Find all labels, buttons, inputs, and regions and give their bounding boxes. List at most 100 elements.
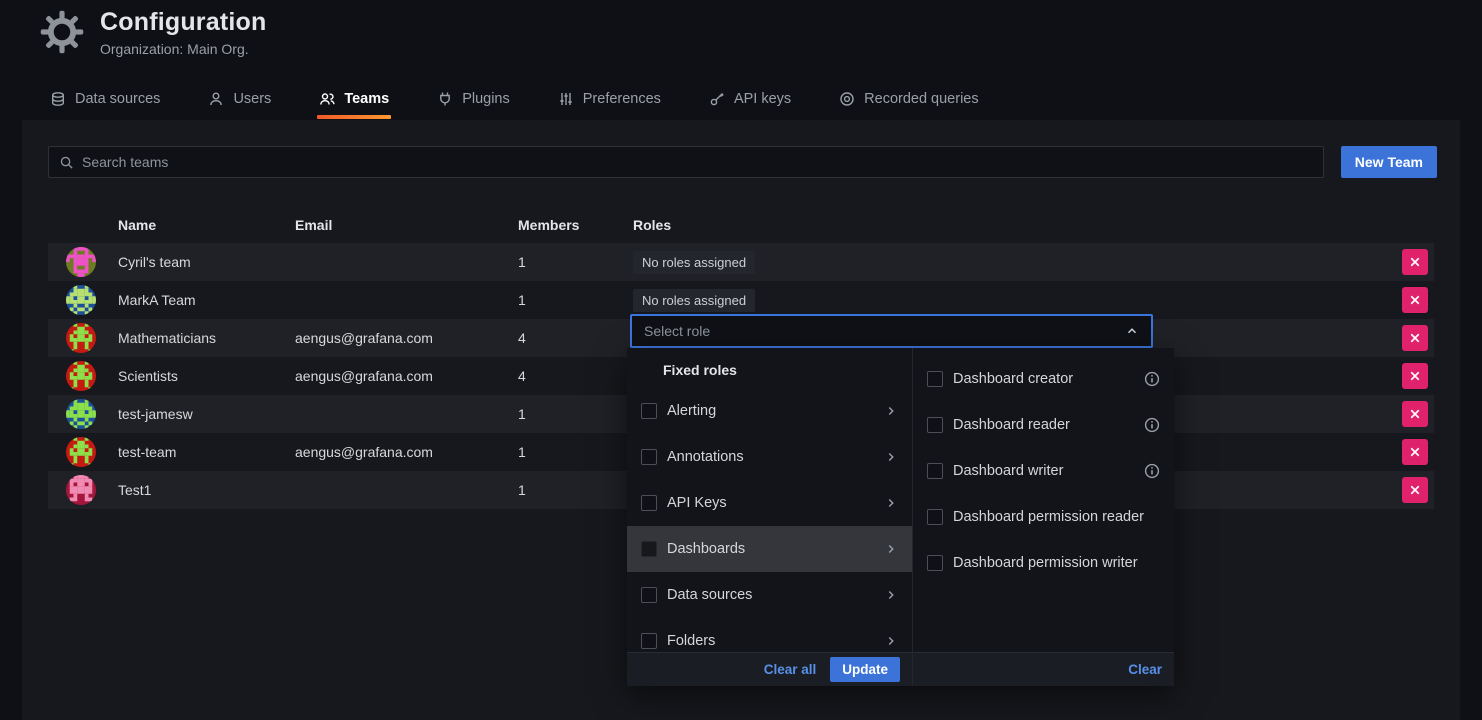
role-select-control[interactable]: Select role bbox=[630, 314, 1153, 348]
checkbox[interactable] bbox=[641, 495, 657, 511]
role-option-dashboard-reader[interactable]: Dashboard reader bbox=[913, 402, 1174, 448]
role-group-label: Alerting bbox=[667, 403, 716, 419]
delete-team-button[interactable] bbox=[1402, 363, 1428, 389]
tab-data-sources[interactable]: Data sources bbox=[48, 91, 162, 119]
team-name[interactable]: MarkA Team bbox=[118, 292, 295, 308]
role-submenu-footer: Clear bbox=[913, 652, 1174, 686]
role-option-dashboard-permission-writer[interactable]: Dashboard permission writer bbox=[913, 540, 1174, 586]
role-group-label: Dashboards bbox=[667, 541, 745, 557]
checkbox[interactable] bbox=[927, 371, 943, 387]
no-roles-badge: No roles assigned bbox=[633, 251, 755, 274]
role-option-dashboard-creator[interactable]: Dashboard creator bbox=[913, 356, 1174, 402]
new-team-button[interactable]: New Team bbox=[1341, 146, 1437, 178]
delete-team-button[interactable] bbox=[1402, 325, 1428, 351]
delete-team-button[interactable] bbox=[1402, 439, 1428, 465]
role-submenu-pane: Dashboard creator Dashboard reader Dashboa… bbox=[913, 348, 1174, 686]
tab-label: API keys bbox=[734, 91, 791, 107]
table-row[interactable]: Cyril's team 1No roles assigned bbox=[48, 243, 1434, 281]
clear-all-button[interactable]: Clear all bbox=[764, 662, 817, 677]
team-name[interactable]: Scientists bbox=[118, 368, 295, 384]
chevron-right-icon bbox=[884, 542, 898, 556]
team-name[interactable]: Cyril's team bbox=[118, 254, 295, 270]
tab-label: Preferences bbox=[583, 91, 661, 107]
checkbox[interactable] bbox=[641, 587, 657, 603]
table-header-row: Name Email Members Roles bbox=[48, 206, 1434, 243]
role-group-alerting[interactable]: Alerting bbox=[627, 388, 912, 434]
role-group-label: API Keys bbox=[667, 495, 727, 511]
tab-label: Plugins bbox=[462, 91, 510, 107]
close-icon bbox=[1409, 484, 1421, 496]
team-name[interactable]: test-team bbox=[118, 444, 295, 460]
checkbox[interactable] bbox=[927, 509, 943, 525]
delete-team-button[interactable] bbox=[1402, 249, 1428, 275]
clear-button[interactable]: Clear bbox=[1128, 662, 1162, 677]
role-picker-footer: Clear all Update bbox=[627, 652, 912, 686]
checkbox[interactable] bbox=[641, 541, 657, 557]
tab-recorded-queries[interactable]: Recorded queries bbox=[837, 91, 980, 119]
column-header-name: Name bbox=[118, 217, 295, 233]
team-members-count: 1 bbox=[518, 254, 633, 270]
tab-api-keys[interactable]: API keys bbox=[707, 91, 793, 119]
checkbox[interactable] bbox=[927, 463, 943, 479]
team-avatar bbox=[66, 323, 96, 353]
role-option-label: Dashboard writer bbox=[953, 463, 1063, 479]
key-icon bbox=[709, 91, 725, 107]
checkbox[interactable] bbox=[927, 417, 943, 433]
tab-preferences[interactable]: Preferences bbox=[556, 91, 663, 119]
fixed-roles-header: Fixed roles bbox=[627, 352, 912, 388]
info-icon[interactable] bbox=[1144, 371, 1160, 387]
team-name[interactable]: Test1 bbox=[118, 482, 295, 498]
role-option-label: Dashboard reader bbox=[953, 417, 1070, 433]
team-name[interactable]: test-jamesw bbox=[118, 406, 295, 422]
record-icon bbox=[839, 91, 855, 107]
delete-team-button[interactable] bbox=[1402, 287, 1428, 313]
role-group-data-sources[interactable]: Data sources bbox=[627, 572, 912, 618]
grafana-configuration-page: /* teeth added by JS */ Configuration Or… bbox=[0, 0, 1482, 720]
team-members-count: 4 bbox=[518, 330, 633, 346]
chevron-right-icon bbox=[884, 450, 898, 464]
team-avatar bbox=[66, 475, 96, 505]
tab-teams[interactable]: Teams bbox=[317, 91, 391, 119]
team-name[interactable]: Mathematicians bbox=[118, 330, 295, 346]
team-members-count: 1 bbox=[518, 482, 633, 498]
team-members-count: 4 bbox=[518, 368, 633, 384]
role-option-dashboard-permission-reader[interactable]: Dashboard permission reader bbox=[913, 494, 1174, 540]
role-option-dashboard-writer[interactable]: Dashboard writer bbox=[913, 448, 1174, 494]
search-teams-input[interactable] bbox=[82, 154, 1313, 170]
role-option-label: Dashboard permission reader bbox=[953, 509, 1144, 525]
chevron-right-icon bbox=[884, 588, 898, 602]
role-group-api-keys[interactable]: API Keys bbox=[627, 480, 912, 526]
chevron-right-icon bbox=[884, 404, 898, 418]
role-option-label: Dashboard creator bbox=[953, 371, 1073, 387]
checkbox[interactable] bbox=[641, 449, 657, 465]
checkbox[interactable] bbox=[641, 633, 657, 649]
tab-plugins[interactable]: Plugins bbox=[435, 91, 512, 119]
search-teams-box[interactable] bbox=[48, 146, 1324, 178]
page-header: /* teeth added by JS */ Configuration Or… bbox=[0, 0, 1482, 57]
role-group-label: Folders bbox=[667, 633, 715, 649]
teams-panel: New Team Name Email Members Roles Cyril'… bbox=[22, 120, 1460, 720]
role-group-folders[interactable]: Folders bbox=[627, 618, 912, 652]
close-icon bbox=[1409, 332, 1421, 344]
team-email: aengus@grafana.com bbox=[295, 330, 518, 346]
team-members-count: 1 bbox=[518, 444, 633, 460]
tab-label: Recorded queries bbox=[864, 91, 978, 107]
tab-label: Teams bbox=[344, 91, 389, 107]
search-icon bbox=[59, 155, 74, 170]
checkbox[interactable] bbox=[927, 555, 943, 571]
delete-team-button[interactable] bbox=[1402, 401, 1428, 427]
team-avatar bbox=[66, 361, 96, 391]
close-icon bbox=[1409, 408, 1421, 420]
teams-toolbar: New Team bbox=[22, 120, 1460, 178]
user-icon bbox=[208, 91, 224, 107]
info-icon[interactable] bbox=[1144, 463, 1160, 479]
checkbox[interactable] bbox=[641, 403, 657, 419]
info-icon[interactable] bbox=[1144, 417, 1160, 433]
close-icon bbox=[1409, 256, 1421, 268]
tab-users[interactable]: Users bbox=[206, 91, 273, 119]
update-button[interactable]: Update bbox=[830, 657, 900, 682]
role-group-dashboards[interactable]: Dashboards bbox=[627, 526, 912, 572]
role-group-annotations[interactable]: Annotations bbox=[627, 434, 912, 480]
delete-team-button[interactable] bbox=[1402, 477, 1428, 503]
chevron-right-icon bbox=[884, 496, 898, 510]
